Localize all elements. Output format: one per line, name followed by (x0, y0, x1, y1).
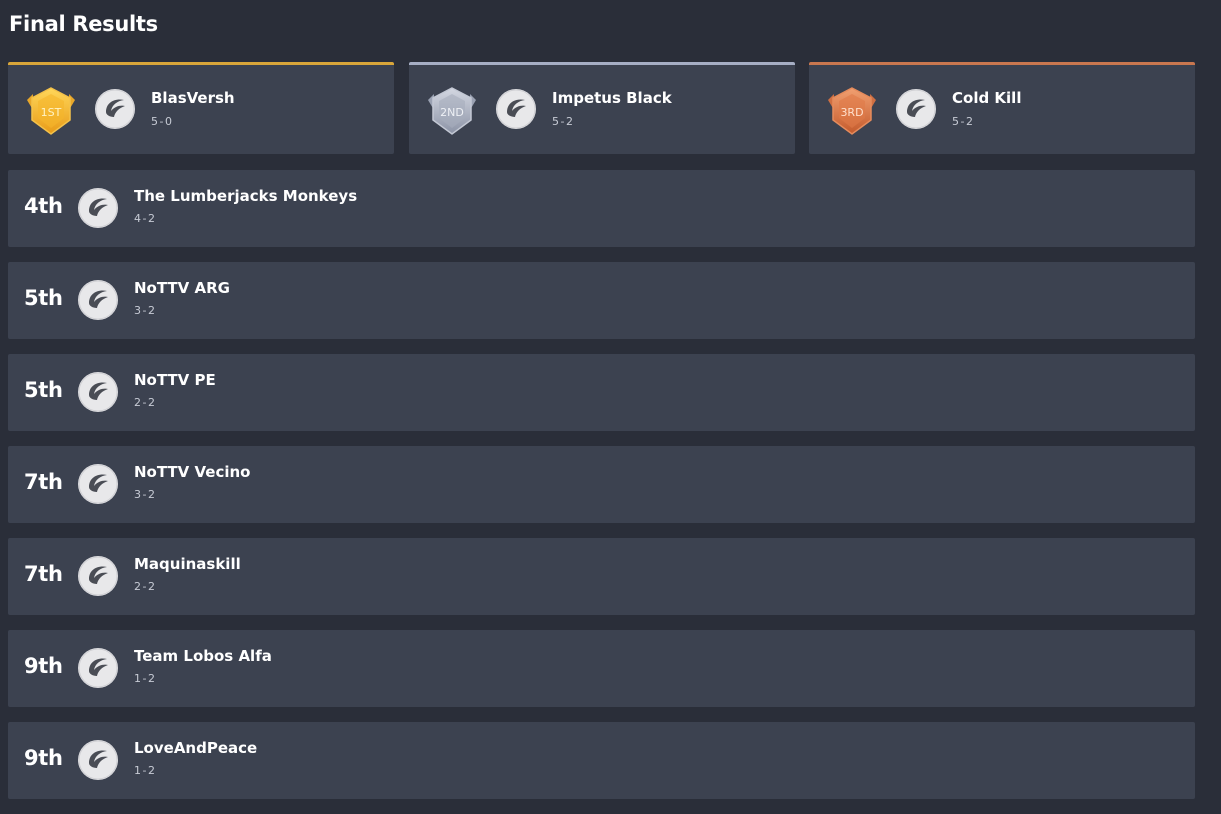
standings-row[interactable]: 9th Team Lobos Alfa 1-2 (8, 630, 1195, 707)
silver-medal-icon: 2ND (428, 87, 476, 135)
team-name: NoTTV Vecino (134, 463, 251, 481)
standings-row[interactable]: 7th NoTTV Vecino 3-2 (8, 446, 1195, 523)
standings-row[interactable]: 9th LoveAndPeace 1-2 (8, 722, 1195, 799)
rank-label: 9th (24, 746, 63, 770)
medal-label: 1ST (41, 106, 62, 119)
team-name: Cold Kill (952, 89, 1022, 107)
gold-medal-icon: 1ST (27, 87, 75, 135)
team-record: 3-2 (134, 304, 157, 317)
podium-card-first[interactable]: 1ST BlasVersh 5-0 (8, 62, 394, 154)
team-name: Maquinaskill (134, 555, 241, 573)
podium: 1ST BlasVersh 5-0 2ND Impetus Black 5-2 … (8, 62, 1195, 155)
standings-row[interactable]: 4th The Lumberjacks Monkeys 4-2 (8, 170, 1195, 247)
team-record: 3-2 (134, 488, 157, 501)
team-logo-icon (78, 188, 118, 228)
team-logo-icon (78, 740, 118, 780)
team-name: The Lumberjacks Monkeys (134, 187, 358, 205)
rank-label: 9th (24, 654, 63, 678)
team-record: 4-2 (134, 212, 157, 225)
rank-label: 7th (24, 562, 63, 586)
rank-label: 5th (24, 378, 63, 402)
podium-card-third[interactable]: 3RD Cold Kill 5-2 (809, 62, 1195, 154)
team-name: BlasVersh (151, 89, 235, 107)
medal-label: 3RD (840, 106, 863, 119)
rank-label: 5th (24, 286, 63, 310)
team-record: 2-2 (134, 396, 157, 409)
medal-label: 2ND (440, 106, 464, 119)
page-title: Final Results (9, 12, 158, 36)
team-name: NoTTV PE (134, 371, 216, 389)
team-logo-icon (78, 280, 118, 320)
team-record: 5-2 (552, 115, 575, 128)
team-name: LoveAndPeace (134, 739, 258, 757)
rank-label: 4th (24, 194, 63, 218)
team-logo-icon (896, 89, 936, 129)
standings-row[interactable]: 7th Maquinaskill 2-2 (8, 538, 1195, 615)
team-record: 1-2 (134, 764, 157, 777)
team-record: 5-2 (952, 115, 975, 128)
rank-label: 7th (24, 470, 63, 494)
podium-card-second[interactable]: 2ND Impetus Black 5-2 (409, 62, 795, 154)
team-logo-icon (78, 464, 118, 504)
team-logo-icon (78, 648, 118, 688)
team-logo-icon (496, 89, 536, 129)
standings-row[interactable]: 5th NoTTV PE 2-2 (8, 354, 1195, 431)
team-logo-icon (78, 556, 118, 596)
team-logo-icon (78, 372, 118, 412)
team-record: 2-2 (134, 580, 157, 593)
bronze-medal-icon: 3RD (828, 87, 876, 135)
team-name: Impetus Black (552, 89, 672, 107)
team-record: 1-2 (134, 672, 157, 685)
team-name: NoTTV ARG (134, 279, 230, 297)
team-record: 5-0 (151, 115, 174, 128)
team-logo-icon (95, 89, 135, 129)
team-name: Team Lobos Alfa (134, 647, 272, 665)
standings-row[interactable]: 5th NoTTV ARG 3-2 (8, 262, 1195, 339)
